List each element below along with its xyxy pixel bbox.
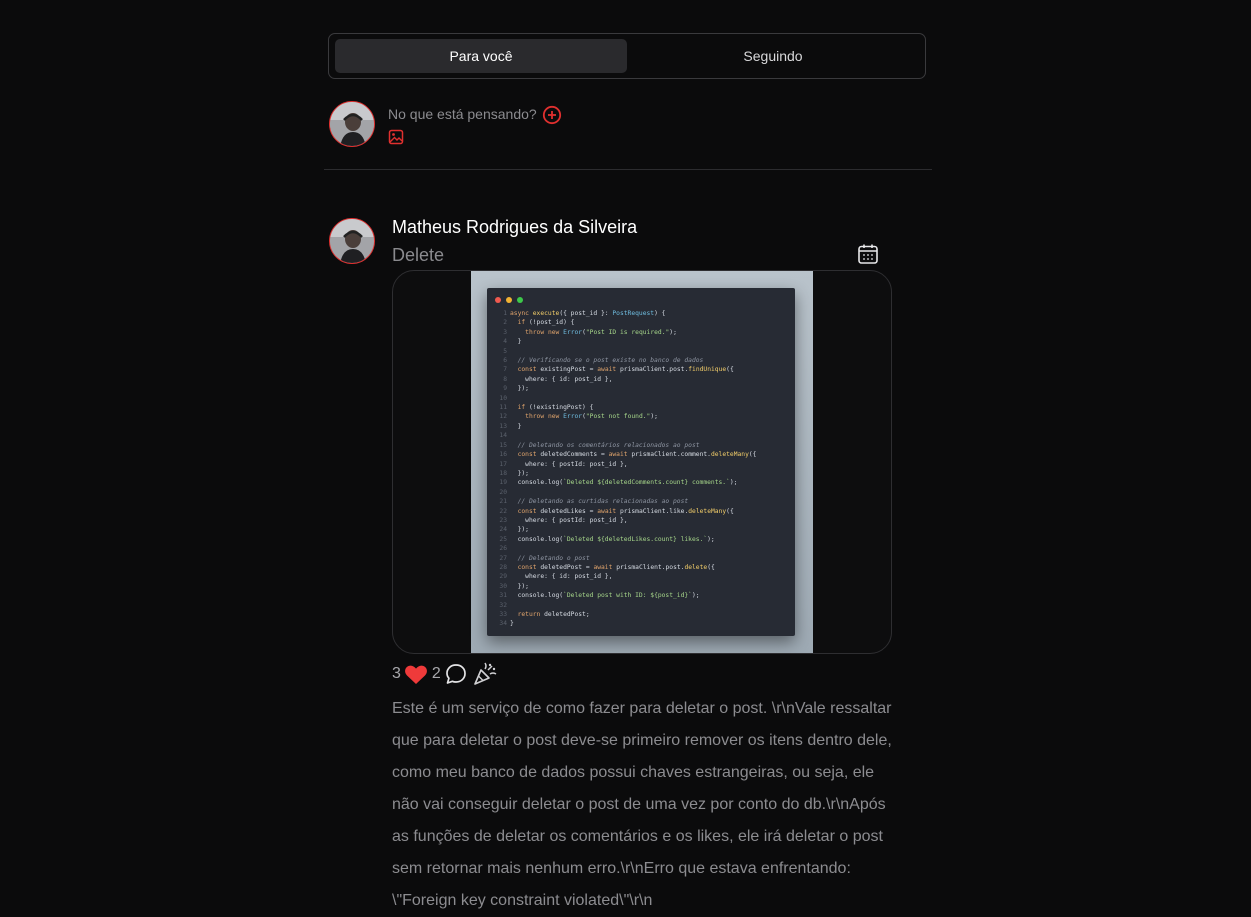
likes-count: 3: [392, 665, 401, 682]
code-block: 1 async execute({ post_id }: PostRequest)…: [499, 310, 757, 628]
description-line: \"Foreign key constraint violated\"\r\n: [392, 892, 653, 909]
plus-circle-icon[interactable]: [542, 105, 562, 125]
description-line: sem retornar mais nenhum erro.\r\nErro q…: [392, 860, 851, 877]
description-line: Este é um serviço de como fazer para del…: [392, 700, 892, 717]
window-minimize-dot: [506, 297, 512, 303]
comments-count: 2: [431, 665, 441, 682]
window-maximize-dot: [517, 297, 523, 303]
comment-bubble-icon[interactable]: [444, 662, 468, 686]
description-line: que para deletar o post deve-se primeiro…: [392, 732, 892, 749]
composer-avatar[interactable]: [329, 101, 375, 147]
post-description: Este é um serviço de como fazer para del…: [392, 693, 912, 917]
code-editor-window: 1 async execute({ post_id }: PostRequest)…: [487, 288, 795, 636]
code-screenshot-image: 1 async execute({ post_id }: PostRequest)…: [471, 271, 813, 653]
avatar-photo: [330, 219, 374, 263]
tab-seguindo[interactable]: Seguindo: [627, 39, 919, 73]
feed-tabs: Para você Seguindo: [328, 33, 926, 79]
post-title: Delete: [392, 245, 445, 265]
post-stats: 3 2: [392, 662, 498, 686]
calendar-icon[interactable]: [857, 243, 879, 265]
window-close-dot: [495, 297, 501, 303]
avatar-photo: [330, 102, 374, 146]
description-line: não vai conseguir deletar o post de uma …: [392, 796, 886, 813]
post-media[interactable]: 1 async execute({ post_id }: PostRequest)…: [392, 270, 892, 654]
post-author-name[interactable]: Matheus Rodrigues da Silveira: [392, 217, 637, 238]
description-line: as funções de deletar os comentários e o…: [392, 828, 883, 845]
tab-para-voce[interactable]: Para você: [335, 39, 627, 73]
image-icon[interactable]: [388, 129, 404, 145]
composer-prompt[interactable]: No que está pensando?: [388, 106, 537, 122]
party-popper-icon[interactable]: [472, 661, 498, 687]
description-line: como meu banco de dados possui chaves es…: [392, 764, 875, 781]
composer-divider: [324, 169, 932, 170]
heart-icon[interactable]: [404, 663, 428, 685]
post-author-avatar[interactable]: [329, 218, 375, 264]
